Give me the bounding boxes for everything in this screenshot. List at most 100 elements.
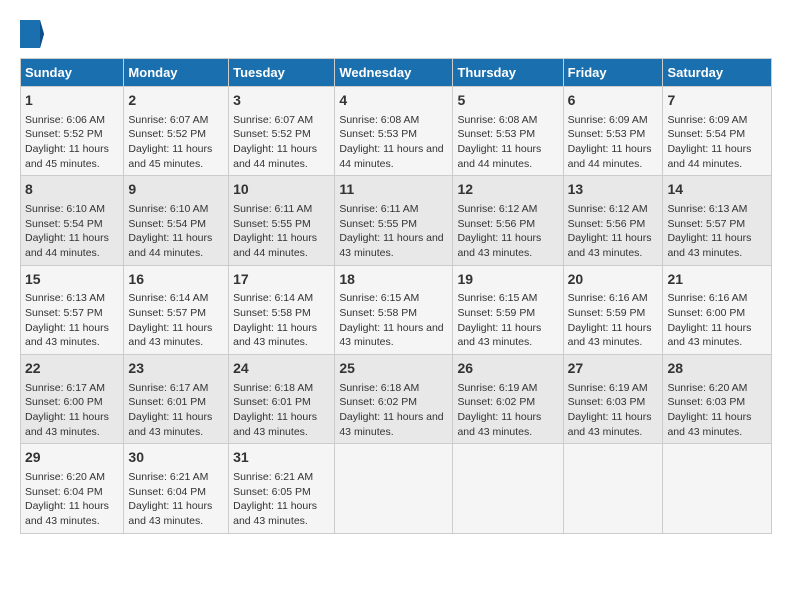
header-day-saturday: Saturday	[663, 59, 772, 87]
day-number: 10	[233, 180, 330, 200]
daylight-text: Daylight: 11 hours and 43 minutes.	[667, 411, 751, 438]
sunrise-text: Sunrise: 6:21 AM	[128, 471, 208, 483]
day-number: 13	[568, 180, 659, 200]
sunrise-text: Sunrise: 6:17 AM	[25, 382, 105, 394]
day-number: 12	[457, 180, 558, 200]
calendar-cell: 27Sunrise: 6:19 AMSunset: 6:03 PMDayligh…	[563, 355, 663, 444]
daylight-text: Daylight: 11 hours and 43 minutes.	[128, 500, 212, 527]
calendar-cell: 29Sunrise: 6:20 AMSunset: 6:04 PMDayligh…	[21, 444, 124, 533]
day-number: 17	[233, 270, 330, 290]
day-number: 16	[128, 270, 224, 290]
sunset-text: Sunset: 6:04 PM	[25, 486, 103, 498]
calendar-cell: 30 Sunrise: 6:21 AM Sunset: 6:04 PM Dayligh…	[124, 444, 229, 533]
daylight-text: Daylight: 11 hours and 44 minutes.	[233, 143, 317, 170]
calendar-cell: 1Sunrise: 6:06 AMSunset: 5:52 PMDaylight…	[21, 87, 124, 176]
sunrise-text: Sunrise: 6:14 AM	[233, 292, 313, 304]
day-number: 21	[667, 270, 767, 290]
daylight-text: Daylight: 11 hours and 43 minutes.	[568, 411, 652, 438]
day-number: 14	[667, 180, 767, 200]
sunset-text: Sunset: 5:59 PM	[568, 307, 646, 319]
daylight-text: Daylight: 11 hours and 43 minutes.	[233, 411, 317, 438]
sunrise-text: Sunrise: 6:10 AM	[25, 203, 105, 215]
day-number: 4	[339, 91, 448, 111]
sunset-text: Sunset: 5:58 PM	[233, 307, 311, 319]
sunrise-text: Sunrise: 6:09 AM	[667, 114, 747, 126]
day-number: 20	[568, 270, 659, 290]
sunset-text: Sunset: 5:57 PM	[128, 307, 206, 319]
sunset-text: Sunset: 6:02 PM	[457, 396, 535, 408]
header-day-sunday: Sunday	[21, 59, 124, 87]
calendar-cell: 2Sunrise: 6:07 AMSunset: 5:52 PMDaylight…	[124, 87, 229, 176]
day-number: 8	[25, 180, 119, 200]
daylight-text: Daylight: 11 hours and 43 minutes.	[339, 232, 443, 259]
sunrise-text: Sunrise: 6:18 AM	[233, 382, 313, 394]
calendar-cell	[663, 444, 772, 533]
daylight-text: Daylight: 11 hours and 43 minutes.	[128, 322, 212, 349]
calendar-week-1: 1Sunrise: 6:06 AMSunset: 5:52 PMDaylight…	[21, 87, 772, 176]
calendar-cell: 22Sunrise: 6:17 AMSunset: 6:00 PMDayligh…	[21, 355, 124, 444]
calendar-cell: 26Sunrise: 6:19 AMSunset: 6:02 PMDayligh…	[453, 355, 563, 444]
sunset-text: Sunset: 5:54 PM	[25, 218, 103, 230]
daylight-text: Daylight: 11 hours and 43 minutes.	[568, 322, 652, 349]
day-number: 11	[339, 180, 448, 200]
day-number: 6	[568, 91, 659, 111]
sunset-text: Sunset: 6:03 PM	[667, 396, 745, 408]
logo	[20, 20, 48, 48]
calendar-cell: 8 Sunrise: 6:10 AM Sunset: 5:54 PM Daylight…	[21, 176, 124, 265]
sunset-text: Sunset: 6:05 PM	[233, 486, 311, 498]
sunset-text: Sunset: 5:56 PM	[568, 218, 646, 230]
sunrise-text: Sunrise: 6:13 AM	[667, 203, 747, 215]
sunset-text: Sunset: 6:01 PM	[128, 396, 206, 408]
sunset-text: Sunset: 6:04 PM	[128, 486, 206, 498]
sunset-text: Sunset: 5:57 PM	[667, 218, 745, 230]
sunrise-text: Sunrise: 6:20 AM	[25, 471, 105, 483]
day-number: 5	[457, 91, 558, 111]
daylight-text: Daylight: 11 hours and 44 minutes.	[667, 143, 751, 170]
daylight-text: Daylight: 11 hours and 44 minutes.	[339, 143, 443, 170]
sunset-text: Sunset: 6:00 PM	[25, 396, 103, 408]
calendar-cell: 18Sunrise: 6:15 AMSunset: 5:58 PMDayligh…	[335, 265, 453, 354]
daylight-text: Daylight: 11 hours and 44 minutes.	[233, 232, 317, 259]
daylight-text: Daylight: 11 hours and 43 minutes.	[128, 411, 212, 438]
day-number: 24	[233, 359, 330, 379]
day-number: 31	[233, 448, 330, 468]
calendar-cell: 9Sunrise: 6:10 AMSunset: 5:54 PMDaylight…	[124, 176, 229, 265]
day-number: 30	[128, 448, 224, 468]
calendar-header-row: SundayMondayTuesdayWednesdayThursdayFrid…	[21, 59, 772, 87]
sunrise-text: Sunrise: 6:19 AM	[457, 382, 537, 394]
calendar-cell: 25Sunrise: 6:18 AMSunset: 6:02 PMDayligh…	[335, 355, 453, 444]
sunset-text: Sunset: 5:53 PM	[339, 128, 417, 140]
header-day-monday: Monday	[124, 59, 229, 87]
sunset-text: Sunset: 5:56 PM	[457, 218, 535, 230]
sunrise-text: Sunrise: 6:16 AM	[568, 292, 648, 304]
day-number: 2	[128, 91, 224, 111]
daylight-text: Daylight: 11 hours and 44 minutes.	[25, 232, 109, 259]
sunset-text: Sunset: 5:55 PM	[339, 218, 417, 230]
sunset-text: Sunset: 6:01 PM	[233, 396, 311, 408]
sunrise-text: Sunrise: 6:11 AM	[339, 203, 418, 215]
daylight-text: Daylight: 11 hours and 43 minutes.	[339, 411, 443, 438]
calendar-cell	[453, 444, 563, 533]
sunrise-text: Sunrise: 6:16 AM	[667, 292, 747, 304]
calendar-cell: 14Sunrise: 6:13 AMSunset: 5:57 PMDayligh…	[663, 176, 772, 265]
header-day-thursday: Thursday	[453, 59, 563, 87]
calendar-cell: 31Sunrise: 6:21 AMSunset: 6:05 PMDayligh…	[229, 444, 335, 533]
header-day-friday: Friday	[563, 59, 663, 87]
sunset-text: Sunset: 5:53 PM	[568, 128, 646, 140]
sunrise-text: Sunrise: 6:21 AM	[233, 471, 313, 483]
sunrise-text: Sunrise: 6:06 AM	[25, 114, 105, 126]
sunrise-text: Sunrise: 6:12 AM	[568, 203, 648, 215]
day-number: 26	[457, 359, 558, 379]
calendar-cell: 5Sunrise: 6:08 AMSunset: 5:53 PMDaylight…	[453, 87, 563, 176]
sunset-text: Sunset: 5:59 PM	[457, 307, 535, 319]
sunrise-text: Sunrise: 6:09 AM	[568, 114, 648, 126]
calendar-cell	[563, 444, 663, 533]
sunset-text: Sunset: 5:54 PM	[667, 128, 745, 140]
sunrise-text: Sunrise: 6:18 AM	[339, 382, 419, 394]
calendar-cell: 4Sunrise: 6:08 AMSunset: 5:53 PMDaylight…	[335, 87, 453, 176]
sunrise-text: Sunrise: 6:17 AM	[128, 382, 208, 394]
daylight-text: Daylight: 11 hours and 44 minutes.	[128, 232, 212, 259]
day-number: 19	[457, 270, 558, 290]
calendar-cell: 16Sunrise: 6:14 AMSunset: 5:57 PMDayligh…	[124, 265, 229, 354]
calendar-cell: 21Sunrise: 6:16 AMSunset: 6:00 PMDayligh…	[663, 265, 772, 354]
